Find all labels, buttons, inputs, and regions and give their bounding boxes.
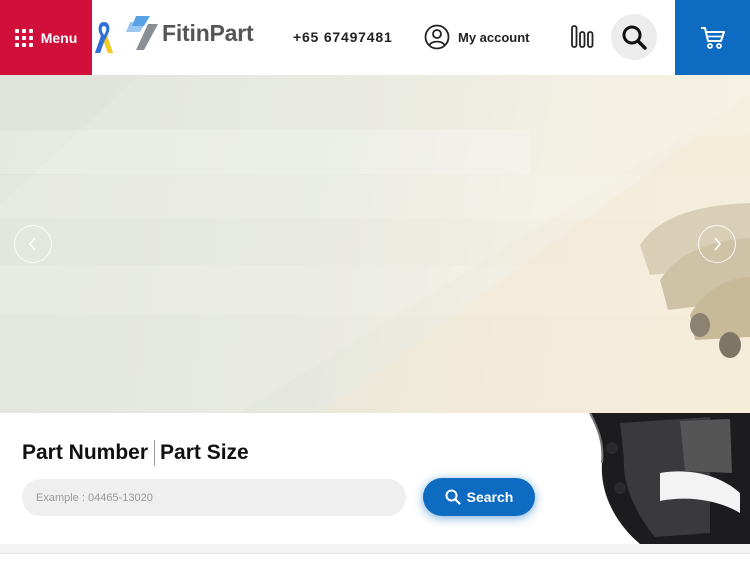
tab-part-number[interactable]: Part Number [22, 441, 148, 465]
slider-next-button[interactable] [698, 225, 736, 263]
search-icon [622, 25, 647, 50]
menu-button[interactable]: Menu [0, 0, 92, 75]
my-account-link[interactable]: My account [424, 24, 530, 50]
slider-prev-button[interactable] [14, 225, 52, 263]
menu-label: Menu [40, 29, 78, 46]
logo-mark-icon [126, 16, 158, 50]
hero-slider [0, 75, 750, 413]
chevron-left-icon [28, 237, 36, 251]
tab-divider [154, 440, 156, 466]
compare-bars-icon[interactable] [570, 25, 594, 49]
cart-button[interactable] [675, 0, 750, 75]
brand-logo[interactable]: FitinPart [126, 16, 254, 50]
chevron-right-icon [714, 237, 722, 251]
search-button[interactable]: Search [423, 478, 535, 516]
ribbon-icon [95, 22, 113, 53]
next-section-edge [0, 553, 750, 563]
search-tabs: Part Number Part Size [22, 440, 249, 466]
my-account-label: My account [458, 29, 530, 45]
search-button-label: Search [466, 489, 514, 505]
brand-name: FitinPart [162, 19, 254, 46]
search-icon [445, 489, 461, 505]
tab-part-size[interactable]: Part Size [160, 441, 249, 465]
site-header: Menu FitinPart +65 67497481 My account [0, 0, 750, 75]
cart-icon [700, 26, 725, 49]
header-search-button[interactable] [611, 14, 657, 60]
phone-number[interactable]: +65 67497481 [293, 29, 393, 45]
brake-pad-image [589, 413, 750, 544]
grid-icon [14, 28, 33, 47]
part-number-input[interactable] [22, 479, 406, 516]
user-circle-icon [424, 24, 450, 50]
hero-graphic [0, 75, 750, 413]
